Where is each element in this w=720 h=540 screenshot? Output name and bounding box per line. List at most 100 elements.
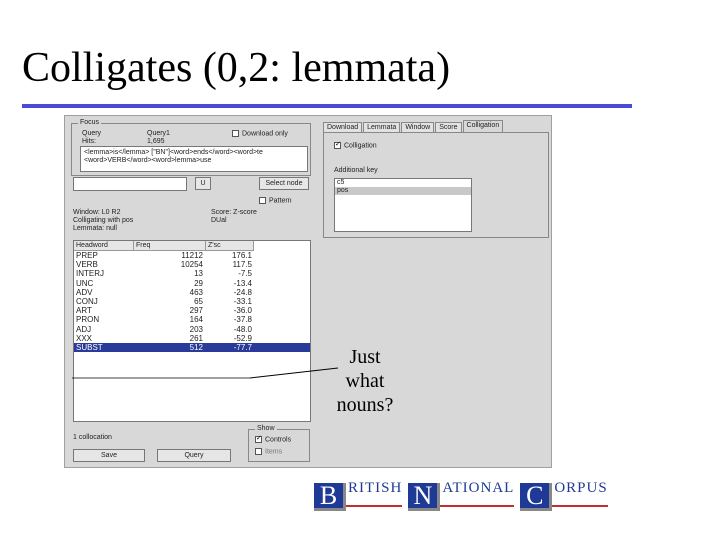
headword-cell: PRON — [76, 315, 100, 325]
score-cell: 117.5 — [232, 260, 252, 270]
annotation-callout: Just what nouns? — [320, 345, 410, 417]
table-row[interactable]: INTERJ 13 -7.5 — [74, 269, 310, 278]
options-tabs: Download Lemmata Window Score Colligatio… — [323, 120, 504, 132]
pattern-checkbox[interactable]: Pattern — [259, 197, 292, 204]
title-divider — [22, 104, 632, 108]
headword-cell: ART — [76, 306, 92, 316]
window-info: Window: L0 R2 — [73, 209, 121, 216]
score-cell: -52.9 — [233, 333, 252, 343]
score-cell: -7.5 — [238, 269, 252, 279]
additional-key-item-pos[interactable]: pos — [335, 187, 471, 195]
bnc-initial-n: N — [408, 481, 441, 511]
tab-colligation[interactable]: Colligation — [462, 120, 504, 132]
bnc-rest-british: RITISH — [346, 480, 403, 507]
table-row[interactable]: PRON 164 -37.8 — [74, 315, 310, 324]
freq-cell: 29 — [194, 278, 203, 288]
score-cell: -13.4 — [233, 278, 252, 288]
select-node-button[interactable]: Select node — [259, 177, 309, 190]
score-cell: -77.7 — [233, 342, 252, 352]
focus-legend: Focus — [78, 119, 102, 126]
freq-cell: 297 — [189, 306, 203, 316]
score-cell: -33.1 — [233, 296, 252, 306]
show-legend: Show — [255, 425, 277, 432]
slide-title: Colligates (0,2: lemmata) — [22, 45, 451, 91]
pattern-box[interactable] — [259, 197, 266, 204]
freq-cell: 463 — [189, 287, 203, 297]
freq-cell: 65 — [194, 296, 203, 306]
node-input[interactable] — [73, 177, 187, 191]
bnc-initial-c: C — [520, 481, 553, 511]
show-items-checkbox[interactable]: Items — [255, 448, 282, 455]
headword-cell: CONJ — [76, 296, 98, 306]
bnc-rest-national: ATIONAL — [440, 480, 515, 507]
pattern-label: Pattern — [269, 197, 292, 205]
table-row[interactable]: SUBST 512 -77.7 — [74, 342, 310, 353]
bnc-word-corpus: C ORPUS — [520, 480, 608, 511]
table-row[interactable]: ADJ 203 -48.0 — [74, 325, 310, 334]
score-cell: -37.8 — [233, 315, 252, 325]
freq-cell: 13 — [194, 269, 203, 279]
headword-cell: PREP — [76, 251, 98, 260]
column-header-score[interactable]: Z'sc — [206, 241, 254, 251]
table-row[interactable]: XXX 261 -52.9 — [74, 334, 310, 343]
score-cell: 176.1 — [231, 251, 252, 260]
column-header-freq[interactable]: Freq — [134, 241, 206, 251]
download-only-label: Download only — [242, 130, 288, 138]
score-cell: -36.0 — [233, 306, 252, 316]
colligation-checkbox[interactable]: Colligation — [334, 141, 377, 150]
table-row[interactable]: ART 297 -36.0 — [74, 306, 310, 315]
u-button[interactable]: U — [195, 177, 211, 190]
query-value: Query1 — [147, 130, 170, 137]
table-row[interactable]: ADV 463 -24.8 — [74, 288, 310, 297]
headword-cell: ADV — [76, 287, 93, 297]
tab-panel: Colligation Additional key c5 pos — [323, 132, 549, 238]
show-items-label: Items — [265, 448, 283, 456]
query-text-field[interactable]: <lemma>is</lemma> ["BN"]<word>ends</word… — [80, 146, 308, 172]
column-header-headword[interactable]: Headword — [74, 241, 134, 251]
dual-info: DUal — [211, 217, 227, 224]
download-only-checkbox[interactable]: Download only — [232, 130, 288, 137]
headword-cell: UNC — [76, 278, 94, 288]
headword-cell: VERB — [76, 260, 98, 270]
bnc-logo: B RITISH N ATIONAL C ORPUS — [314, 480, 614, 511]
additional-key-list[interactable]: c5 pos — [334, 178, 472, 232]
show-controls-box[interactable] — [255, 435, 262, 443]
hits-label: Hits: — [82, 138, 96, 145]
results-table[interactable]: Headword Freq Z'sc PREP 11212 176.1 VERB 102… — [73, 240, 311, 422]
colligating-info: Colligating with pos — [73, 217, 134, 224]
table-row[interactable]: PREP 11212 176.1 — [74, 251, 310, 260]
additional-key-label: Additional key — [334, 167, 378, 174]
tab-lemmata[interactable]: Lemmata — [363, 122, 401, 132]
lemmata-info: Lemmata: null — [73, 225, 117, 232]
footer-status: 1 collocation — [73, 434, 112, 441]
table-row[interactable]: UNC 29 -13.4 — [74, 279, 310, 288]
query-button[interactable]: Query — [157, 449, 231, 462]
bnc-word-british: B RITISH — [314, 480, 403, 511]
show-group: Show Controls Items — [248, 425, 310, 462]
colligation-box[interactable] — [334, 141, 341, 149]
annotation-line-2: what — [345, 370, 385, 392]
freq-cell: 164 — [189, 315, 203, 325]
score-info: Score: Z-score — [211, 209, 257, 216]
show-items-box[interactable] — [255, 448, 262, 455]
show-controls-checkbox[interactable]: Controls — [255, 435, 291, 443]
results-body: PREP 11212 176.1 VERB 10254 117.5 INTERJ 13 -7.5… — [74, 251, 310, 353]
results-header: Headword Freq Z'sc — [74, 241, 310, 251]
query-text-line-1: <lemma>is</lemma> ["BN"]<word>ends</word… — [84, 149, 263, 156]
additional-key-item-c5[interactable]: c5 — [335, 179, 471, 187]
table-row[interactable]: VERB 10254 117.5 — [74, 260, 310, 269]
tab-window[interactable]: Window — [401, 122, 435, 132]
query-label: Query — [82, 130, 102, 137]
headword-cell: XXX — [76, 333, 93, 343]
tab-score[interactable]: Score — [435, 122, 462, 132]
freq-cell: 512 — [189, 342, 203, 352]
table-row[interactable]: CONJ 65 -33.1 — [74, 297, 310, 306]
freq-cell: 11212 — [181, 251, 203, 260]
application-window: Focus Query Query1 Hits: 1,695 Download … — [64, 115, 552, 468]
tab-download[interactable]: Download — [323, 122, 363, 132]
annotation-line-1: Just — [349, 346, 381, 368]
save-button[interactable]: Save — [73, 449, 145, 462]
bnc-initial-b: B — [314, 481, 346, 511]
download-only-box[interactable] — [232, 130, 239, 137]
colligation-label: Colligation — [344, 142, 377, 150]
